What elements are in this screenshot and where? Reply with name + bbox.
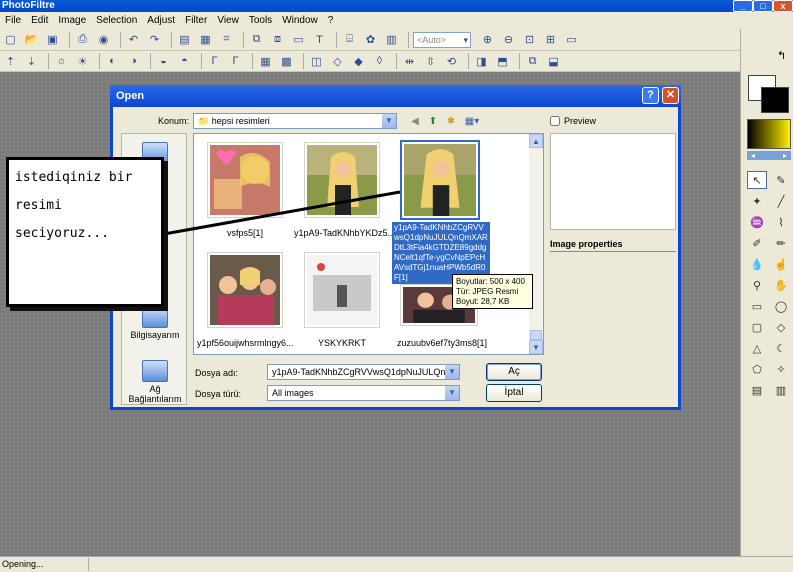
annotation-line-2: resimi <box>15 198 62 213</box>
annotation-line-1: istediqiniz bir <box>15 170 133 185</box>
annotation-callout: istediqiniz bir resimi seciyoruz... <box>6 157 164 307</box>
annotation-line-3: seciyoruz... <box>15 226 109 241</box>
